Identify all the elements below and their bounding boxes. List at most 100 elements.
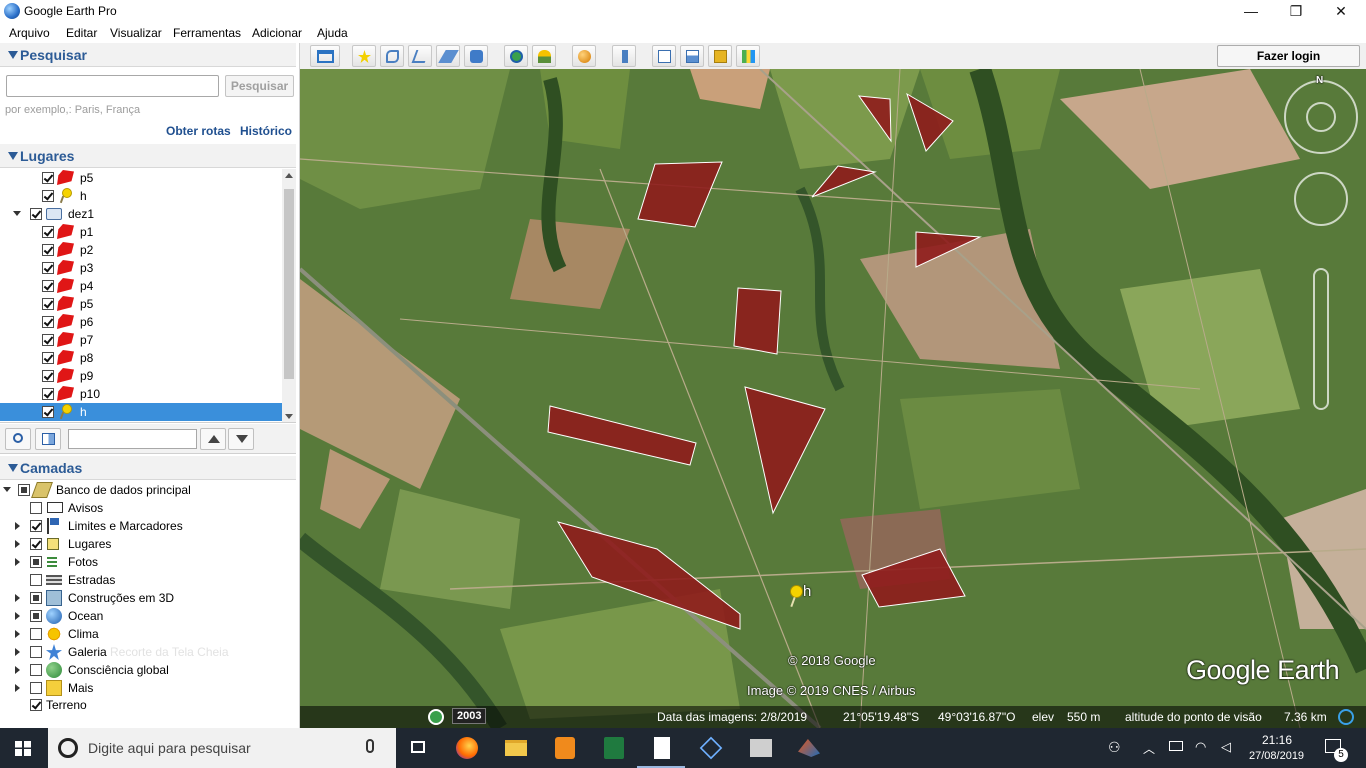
clock-date[interactable]: 27/08/2019 — [1249, 750, 1304, 762]
checkbox[interactable] — [18, 484, 30, 496]
checkbox[interactable] — [30, 699, 42, 711]
menu-visualizar[interactable]: Visualizar — [110, 26, 162, 40]
expand-arrow-icon[interactable] — [15, 648, 20, 656]
firefox-icon[interactable] — [453, 734, 481, 762]
checkbox[interactable] — [42, 172, 54, 184]
add-overlay-button[interactable] — [436, 45, 460, 67]
layer-item-estradas[interactable]: Estradas — [0, 571, 282, 589]
compass-north-label[interactable]: N — [1316, 75, 1323, 86]
add-polygon-button[interactable] — [380, 45, 404, 67]
placemark-pin-icon[interactable] — [788, 585, 804, 608]
microphone-icon[interactable] — [366, 739, 374, 753]
expand-arrow-icon[interactable] — [15, 522, 20, 530]
places-section-header[interactable]: Lugares — [0, 144, 296, 168]
checkbox[interactable] — [30, 538, 42, 550]
search-section-header[interactable]: Pesquisar — [0, 43, 296, 67]
expand-arrow-icon[interactable] — [13, 211, 21, 216]
clock-time[interactable]: 21:16 — [1262, 733, 1292, 747]
layer-item-galeria[interactable]: Galeria Recorte da Tela Cheia — [0, 643, 282, 661]
file-explorer-icon[interactable] — [502, 734, 530, 762]
historical-imagery-button[interactable] — [504, 45, 528, 67]
place-item-p7[interactable]: p7 — [0, 331, 282, 349]
checkbox[interactable] — [30, 556, 42, 568]
checkbox[interactable] — [42, 388, 54, 400]
search-button[interactable]: Pesquisar — [225, 75, 294, 97]
place-item-p3[interactable]: p3 — [0, 259, 282, 277]
checkbox[interactable] — [30, 520, 42, 532]
email-button[interactable] — [652, 45, 676, 67]
windows-start-icon[interactable] — [15, 741, 31, 756]
layer-item-banco-de-dados[interactable]: Banco de dados principal — [0, 481, 282, 499]
checkbox[interactable] — [42, 334, 54, 346]
checkbox[interactable] — [42, 280, 54, 292]
menu-editar[interactable]: Editar — [66, 26, 97, 40]
view-in-maps-button[interactable] — [736, 45, 760, 67]
excel-icon[interactable] — [600, 734, 628, 762]
checkbox[interactable] — [30, 208, 42, 220]
place-item-p2[interactable]: p2 — [0, 241, 282, 259]
place-item-p1[interactable]: p1 — [0, 223, 282, 241]
get-directions-link[interactable]: Obter rotas — [166, 124, 231, 138]
place-item-h-selected[interactable]: h — [0, 403, 282, 421]
layer-item-ocean[interactable]: Ocean — [0, 607, 282, 625]
scroll-thumb[interactable] — [284, 189, 294, 379]
wifi-icon[interactable]: ◠ — [1195, 739, 1206, 755]
history-link[interactable]: Histórico — [240, 124, 292, 138]
add-path-button[interactable] — [408, 45, 432, 67]
chevron-up-icon[interactable]: ︿ — [1143, 740, 1155, 757]
mp-icon[interactable] — [747, 734, 775, 762]
maximize-button[interactable]: ❐ — [1273, 0, 1319, 22]
places-filter-input[interactable] — [68, 429, 197, 449]
expand-arrow-icon[interactable] — [15, 540, 20, 548]
print-button[interactable] — [680, 45, 704, 67]
sublime-icon[interactable] — [551, 734, 579, 762]
sidebar-toggle-button[interactable] — [310, 45, 340, 67]
task-view-icon[interactable] — [405, 734, 433, 762]
places-scrollbar[interactable] — [282, 169, 296, 422]
login-button[interactable]: Fazer login — [1217, 45, 1360, 67]
checkbox[interactable] — [30, 646, 42, 658]
expand-arrow-icon[interactable] — [15, 558, 20, 566]
move-down-button[interactable] — [228, 428, 254, 450]
scroll-up-icon[interactable] — [285, 173, 293, 178]
expand-arrow-icon[interactable] — [15, 594, 20, 602]
checkbox[interactable] — [42, 226, 54, 238]
checkbox[interactable] — [30, 682, 42, 694]
record-tour-button[interactable] — [464, 45, 488, 67]
places-search-button[interactable] — [5, 428, 31, 450]
checkbox[interactable] — [42, 352, 54, 364]
map-view[interactable]: N h © 2018 Google Image © 2019 CNES / Ai… — [300, 69, 1366, 728]
historical-clock-icon[interactable] — [428, 709, 444, 725]
checkbox[interactable] — [42, 190, 54, 202]
menu-ferramentas[interactable]: Ferramentas — [173, 26, 241, 40]
expand-arrow-icon[interactable] — [3, 487, 11, 492]
layers-section-header[interactable]: Camadas — [0, 456, 296, 480]
year-badge[interactable]: 2003 — [452, 708, 487, 724]
matlab-icon[interactable] — [795, 734, 823, 762]
layer-item-fotos[interactable]: Fotos — [0, 553, 282, 571]
menu-arquivo[interactable]: Arquivo — [9, 26, 50, 40]
search-input[interactable] — [6, 75, 219, 97]
close-button[interactable]: ✕ — [1318, 0, 1364, 22]
checkbox[interactable] — [42, 406, 54, 418]
menu-ajuda[interactable]: Ajuda — [317, 26, 348, 40]
checkbox[interactable] — [30, 610, 42, 622]
sunlight-button[interactable] — [532, 45, 556, 67]
move-up-button[interactable] — [200, 428, 226, 450]
folder-item-dez1[interactable]: dez1 — [0, 205, 282, 223]
place-item-p4[interactable]: p4 — [0, 277, 282, 295]
expand-arrow-icon[interactable] — [15, 630, 20, 638]
checkbox[interactable] — [42, 298, 54, 310]
expand-arrow-icon[interactable] — [15, 684, 20, 692]
layer-item-avisos[interactable]: Avisos — [0, 499, 282, 517]
planets-button[interactable] — [572, 45, 596, 67]
virtualbox-icon[interactable] — [697, 734, 725, 762]
expand-arrow-icon[interactable] — [15, 666, 20, 674]
place-item-p5[interactable]: p5 — [0, 295, 282, 313]
checkbox[interactable] — [42, 370, 54, 382]
place-item-p9[interactable]: p9 — [0, 367, 282, 385]
volume-icon[interactable]: ◁ — [1221, 739, 1231, 755]
layer-item-lugares[interactable]: Lugares — [0, 535, 282, 553]
taskbar-search-box[interactable]: Digite aqui para pesquisar — [48, 728, 396, 768]
place-item-p10[interactable]: p10 — [0, 385, 282, 403]
